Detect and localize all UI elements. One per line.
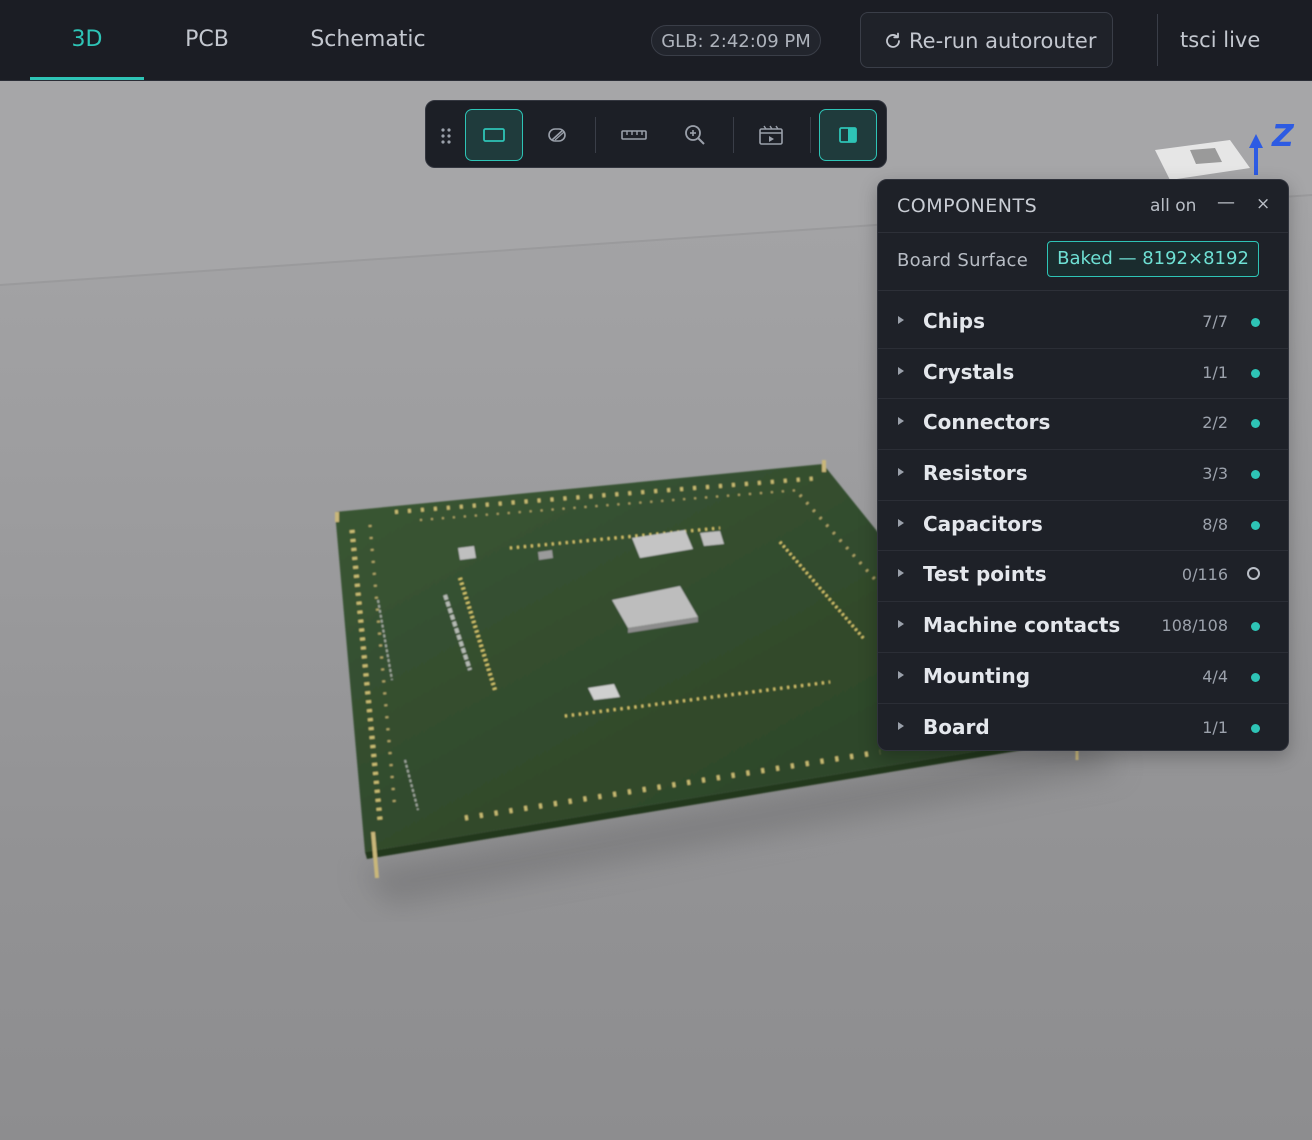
- ruler-icon: [621, 130, 647, 140]
- toolbar-divider: [810, 117, 811, 153]
- expand-caret-icon[interactable]: [898, 468, 904, 477]
- category-count: 3/3: [1202, 464, 1228, 484]
- tab-pcb-label: PCB: [185, 27, 229, 52]
- board-surface-label: Board Surface: [897, 250, 1029, 271]
- visibility-dot-icon[interactable]: [1251, 419, 1260, 429]
- category-count: 7/7: [1202, 312, 1228, 331]
- tab-schematic[interactable]: Schematic: [300, 0, 436, 80]
- rerun-autorouter-button[interactable]: Re-run autorouter: [860, 12, 1113, 68]
- category-name: Resistors: [923, 461, 1028, 486]
- expand-caret-icon[interactable]: [898, 569, 904, 578]
- expand-caret-icon[interactable]: [898, 417, 904, 426]
- zoom-button[interactable]: [666, 109, 724, 161]
- box-view-button[interactable]: [465, 109, 523, 161]
- tab-3d-label: 3D: [71, 27, 103, 52]
- header-divider: [1157, 14, 1158, 66]
- expand-caret-icon[interactable]: [898, 366, 904, 375]
- tsci-live-link[interactable]: tsci live: [1180, 0, 1260, 80]
- category-count: 2/2: [1202, 413, 1228, 433]
- panel-header: COMPONENTS all on — ×: [878, 180, 1288, 233]
- top-bar: 3D PCB Schematic GLB: 2:42:09 PM Re-run …: [0, 0, 1312, 81]
- visibility-dot-icon[interactable]: [1251, 520, 1260, 530]
- active-tab-underline: [30, 77, 144, 80]
- expand-caret-icon[interactable]: [898, 518, 904, 527]
- side-panel-icon: [839, 127, 857, 143]
- component-row-chips[interactable]: Chips 7/7: [878, 298, 1288, 349]
- visibility-toggle-icon: [548, 128, 566, 142]
- tab-3d[interactable]: 3D: [30, 0, 144, 80]
- visibility-dot-icon[interactable]: [1251, 622, 1260, 632]
- component-row-mounting[interactable]: Mounting 4/4: [878, 653, 1288, 704]
- component-row-capacitors[interactable]: Capacitors 8/8: [878, 501, 1288, 552]
- close-button[interactable]: ×: [1256, 194, 1270, 214]
- component-row-connectors[interactable]: Connectors 2/2: [878, 399, 1288, 451]
- box-view-icon: [483, 128, 505, 142]
- component-row-resistors[interactable]: Resistors 3/3: [878, 450, 1288, 501]
- expand-caret-icon[interactable]: [898, 721, 904, 730]
- panel-title: COMPONENTS: [897, 195, 1038, 217]
- minimize-button[interactable]: —: [1217, 192, 1235, 213]
- category-name: Machine contacts: [923, 613, 1121, 638]
- component-row-crystals[interactable]: Crystals 1/1: [878, 349, 1288, 400]
- expand-caret-icon[interactable]: [898, 620, 904, 629]
- board-surface-row: Board Surface Baked — 8192×8192: [878, 232, 1288, 291]
- visibility-dot-icon[interactable]: [1251, 470, 1260, 480]
- component-category-list: Chips 7/7 Crystals 1/1 Connectors 2/2 Resis…: [878, 298, 1288, 753]
- component-row-test-points[interactable]: Test points 0/116: [878, 551, 1288, 603]
- category-count: 4/4: [1202, 666, 1228, 686]
- expand-caret-icon[interactable]: [898, 316, 904, 324]
- visibility-dot-icon[interactable]: [1251, 723, 1260, 733]
- visibility-off-ring-icon[interactable]: [1247, 567, 1260, 581]
- components-panel: COMPONENTS all on — × Board Surface Bake…: [877, 179, 1289, 751]
- component-row-board[interactable]: Board 1/1: [878, 704, 1288, 754]
- category-count: 8/8: [1202, 514, 1228, 534]
- zoom-icon: [685, 125, 705, 145]
- category-name: Crystals: [923, 359, 1015, 384]
- board-surface-select[interactable]: Baked — 8192×8192: [1047, 241, 1259, 277]
- category-count: 1/1: [1202, 717, 1228, 737]
- visibility-toggle-button[interactable]: [528, 109, 586, 161]
- side-panel-toggle-button[interactable]: [819, 109, 877, 161]
- drag-grip-icon[interactable]: [440, 127, 454, 149]
- component-row-machine-contacts[interactable]: Machine contacts 108/108: [878, 602, 1288, 653]
- category-name: Capacitors: [923, 511, 1043, 536]
- animation-button[interactable]: [742, 109, 800, 161]
- axis-z-label: Z: [1271, 119, 1295, 154]
- category-name: Mounting: [923, 663, 1031, 688]
- toolbar-divider: [595, 117, 596, 153]
- viewer-toolbar: [425, 100, 887, 168]
- toolbar-divider: [733, 117, 734, 153]
- expand-caret-icon[interactable]: [898, 670, 904, 679]
- category-count: 108/108: [1161, 616, 1228, 636]
- category-count: 1/1: [1202, 362, 1228, 382]
- visibility-dot-icon[interactable]: [1251, 672, 1260, 682]
- tab-pcb[interactable]: PCB: [168, 0, 246, 80]
- visibility-dot-icon[interactable]: [1251, 318, 1260, 327]
- all-on-button[interactable]: all on: [1150, 196, 1196, 216]
- glb-status-badge: GLB: 2:42:09 PM: [651, 25, 821, 56]
- category-name: Connectors: [923, 410, 1051, 435]
- category-name: Board: [923, 714, 990, 739]
- animation-icon: [759, 125, 783, 145]
- tab-schematic-label: Schematic: [310, 27, 426, 52]
- visibility-dot-icon[interactable]: [1251, 368, 1260, 378]
- category-name: Test points: [923, 562, 1047, 587]
- measure-button[interactable]: [605, 109, 663, 161]
- refresh-icon: [886, 32, 900, 48]
- category-count: 0/116: [1181, 565, 1228, 585]
- category-name: Chips: [923, 309, 985, 333]
- rerun-autorouter-label: Re-run autorouter: [909, 29, 1097, 53]
